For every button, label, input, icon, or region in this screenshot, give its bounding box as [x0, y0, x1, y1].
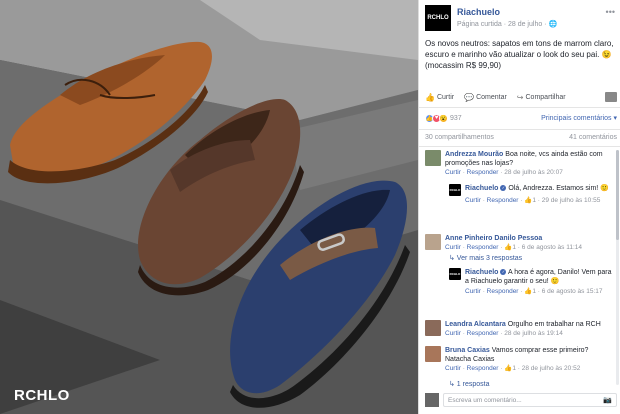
comment-meta: Curtir · Responder · 👍1 · 6 de agosto às… — [465, 288, 603, 295]
comment-time[interactable]: 6 de agosto às 15:17 — [542, 288, 603, 295]
comment-like-link[interactable]: Curtir — [465, 288, 481, 295]
share-button[interactable]: ↪ Compartilhar — [517, 93, 566, 102]
share-icon: ↪ — [516, 92, 524, 102]
post-side-panel: RCHLO Riachuelo Página curtida · 28 de j… — [418, 0, 620, 414]
post-timestamp[interactable]: Página curtida · 28 de julho · — [457, 21, 548, 28]
comment-reply-link[interactable]: Responder — [467, 244, 499, 251]
comment-input[interactable]: Escreva um comentário... 📷 — [443, 393, 617, 407]
comment-text: Olá, Andrezza. Estamos sim! 🙂 — [506, 185, 609, 192]
comment-button[interactable]: 💬 Comentar — [464, 93, 507, 102]
globe-icon: 🌐 — [548, 21, 558, 28]
shares-count-link[interactable]: 30 compartilhamentos — [425, 134, 494, 141]
comment-time[interactable]: 6 de agosto às 11:14 — [522, 244, 582, 251]
comment-meta: Curtir · Responder · 28 de julho às 19:1… — [445, 330, 563, 337]
comment-reply-link[interactable]: Responder — [467, 169, 499, 176]
comment-meta: Curtir · Responder · 👍1 · 6 de agosto às… — [445, 244, 582, 251]
commenter-name[interactable]: Riachuelo — [465, 185, 498, 192]
comment-label: Comentar — [476, 93, 507, 101]
comment-like-link[interactable]: Curtir — [445, 365, 461, 372]
divider — [419, 107, 620, 108]
commenter-avatar[interactable] — [425, 234, 441, 250]
comment-like-link[interactable]: Curtir — [445, 330, 461, 337]
post-header: RCHLO Riachuelo Página curtida · 28 de j… — [425, 5, 615, 31]
comments-scrollbar[interactable] — [616, 150, 619, 385]
see-more-replies-link[interactable]: ↳ Ver mais 3 respostas — [449, 254, 522, 262]
comment-time[interactable]: 28 de julho às 20:07 — [504, 169, 563, 176]
post-photo[interactable]: RCHLO — [0, 0, 418, 414]
thumbs-up-icon: 👍 — [425, 92, 435, 102]
comment-time[interactable]: 28 de julho às 20:52 — [522, 365, 581, 372]
commenter-name[interactable]: Riachuelo — [465, 269, 498, 276]
comment-sort-dropdown[interactable]: Principais comentários ▾ — [541, 114, 617, 122]
comment-reply: RCHLO Riachuelo ✓ Olá, Andrezza. Estamos… — [449, 184, 615, 226]
commenter-avatar[interactable]: RCHLO — [449, 268, 461, 280]
post-meta: Página curtida · 28 de julho · 🌐 — [457, 20, 557, 28]
commenter-avatar[interactable]: RCHLO — [449, 184, 461, 196]
comment-like-link[interactable]: Curtir — [445, 244, 461, 251]
comment-text: Orgulho em trabalhar na RCH — [505, 321, 601, 328]
reactions-summary[interactable]: 👍 ♥ 😮 937 Principais comentários ▾ — [425, 112, 617, 124]
like-label: Curtir — [436, 93, 455, 101]
comment-like-count: 1 — [532, 288, 536, 295]
comment-like-count: 1 — [512, 244, 516, 251]
divider — [419, 129, 620, 130]
write-comment-bar: Escreva um comentário... 📷 — [425, 392, 617, 408]
comment-reply: RCHLO Riachuelo ✓ A hora é agora, Danilo… — [449, 268, 615, 310]
more-options-icon[interactable]: ••• — [606, 7, 615, 17]
commenter-name[interactable]: Leandra Alcantara — [445, 321, 506, 328]
wow-reaction-icon: 😮 — [439, 113, 448, 123]
comment-time[interactable]: 29 de julho às 10:55 — [542, 197, 601, 204]
see-more-replies-link[interactable]: ↳ 1 resposta — [449, 380, 490, 388]
commenter-name[interactable]: Bruna Caxias — [445, 347, 490, 354]
brand-watermark: RCHLO — [14, 387, 70, 404]
comment-like-link[interactable]: Curtir — [465, 197, 481, 204]
comment-reply-link[interactable]: Responder — [487, 197, 519, 204]
comment-meta: Curtir · Responder · 👍1 · 28 de julho às… — [445, 365, 581, 372]
comment-input-placeholder: Escreva um comentário... — [448, 396, 522, 404]
post-actions-bar: 👍 Curtir 💬 Comentar ↪ Compartilhar — [425, 90, 617, 104]
comment-like-link[interactable]: Curtir — [445, 169, 461, 176]
tagged-user-link[interactable]: Danilo Pessoa — [492, 235, 542, 242]
comment: Leandra Alcantara Orgulho em trabalhar n… — [425, 320, 615, 340]
page-avatar[interactable]: RCHLO — [425, 5, 451, 31]
current-user-avatar — [425, 393, 439, 407]
comment-reply-link[interactable]: Responder — [467, 330, 499, 337]
comments-count: 41 comentários — [569, 134, 617, 141]
post-text: Os novos neutros: sapatos em tons de mar… — [425, 39, 614, 70]
like-button[interactable]: 👍 Curtir — [425, 93, 454, 102]
commenter-name[interactable]: Andrezza Mourão — [445, 151, 503, 158]
commenter-avatar[interactable] — [425, 346, 441, 362]
camera-icon[interactable]: 📷 — [603, 396, 612, 404]
commenter-name[interactable]: Anne Pinheiro — [445, 235, 492, 242]
comment-like-count: 1 — [532, 197, 536, 204]
comment-reply-link[interactable]: Responder — [487, 288, 519, 295]
page-name-link[interactable]: Riachuelo — [457, 7, 500, 17]
divider — [419, 146, 620, 147]
comment-meta: Curtir · Responder · 👍1 · 29 de julho às… — [465, 197, 601, 204]
engagement-counts: 30 compartilhamentos 41 comentários — [425, 134, 617, 141]
commenter-avatar[interactable] — [425, 150, 441, 166]
share-as-avatar[interactable] — [605, 92, 617, 102]
comment-reply-link[interactable]: Responder — [467, 365, 499, 372]
commenter-avatar[interactable] — [425, 320, 441, 336]
comment: Anne Pinheiro Danilo Pessoa Curtir · Res… — [425, 234, 615, 254]
comment: Bruna Caxias Vamos comprar esse primeiro… — [425, 346, 615, 374]
shoes-illustration — [0, 0, 418, 414]
reactions-count: 937 — [450, 114, 462, 122]
comment-icon: 💬 — [464, 92, 475, 102]
comment-meta: Curtir · Responder · 28 de julho às 20:0… — [445, 169, 563, 176]
share-label: Compartilhar — [525, 93, 566, 101]
comment: Andrezza Mourão Boa noite, vcs ainda est… — [425, 150, 615, 182]
comment-time[interactable]: 28 de julho às 19:14 — [504, 330, 563, 337]
scrollbar-thumb[interactable] — [616, 150, 619, 240]
comment-like-count: 1 — [512, 365, 516, 372]
